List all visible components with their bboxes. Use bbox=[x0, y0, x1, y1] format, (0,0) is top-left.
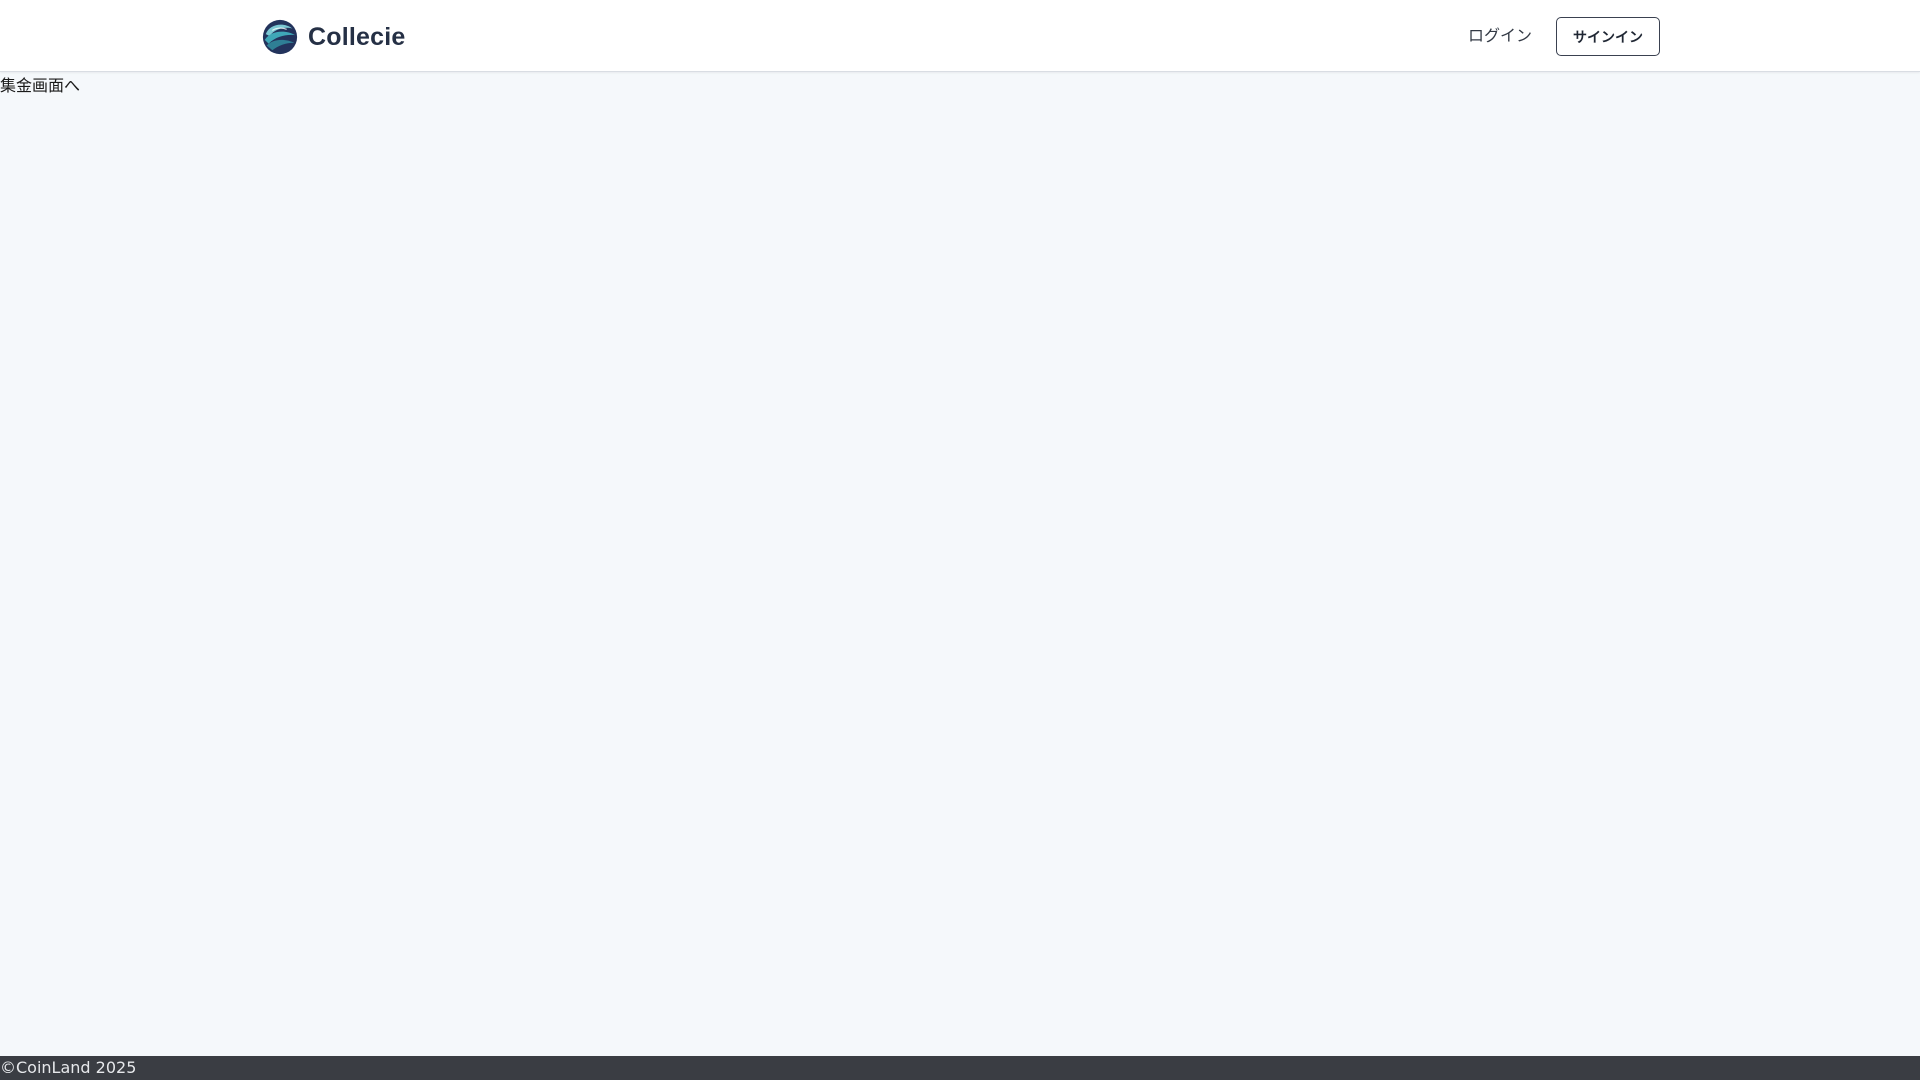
top-header: Collecie ログイン サインイン bbox=[0, 0, 1920, 72]
page: Collecie ログイン サインイン 集金画面へ ©CoinLand 2025 bbox=[0, 0, 1920, 1080]
signin-button[interactable]: サインイン bbox=[1556, 17, 1660, 56]
brand-home-link[interactable]: Collecie bbox=[261, 17, 405, 57]
footer-copyright: ©CoinLand 2025 bbox=[0, 1058, 137, 1077]
brand-name: Collecie bbox=[308, 22, 406, 51]
collecie-logo-icon bbox=[262, 19, 298, 55]
login-link[interactable]: ログイン bbox=[1468, 24, 1532, 48]
collect-screen-link[interactable]: 集金画面へ bbox=[0, 75, 80, 97]
footer: ©CoinLand 2025 bbox=[0, 1056, 1920, 1080]
main-content: 集金画面へ bbox=[0, 73, 1920, 1056]
